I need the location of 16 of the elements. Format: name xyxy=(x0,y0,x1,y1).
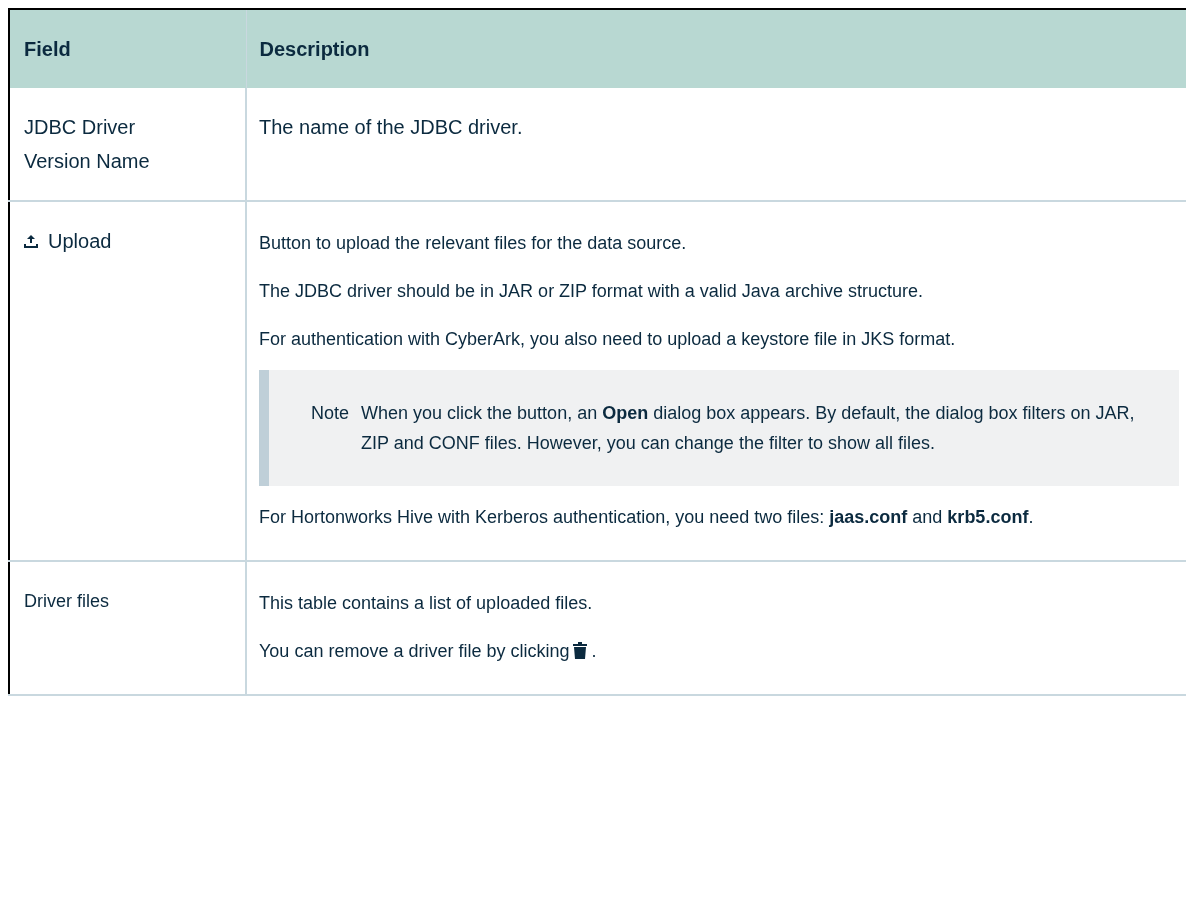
note-label: Note xyxy=(311,402,350,425)
paragraph: Button to upload the relevant files for the data source. xyxy=(259,232,688,255)
field-name: JDBC Driver Version Name xyxy=(24,115,151,174)
paragraph: The name of the JDBC driver. xyxy=(259,115,524,140)
period: . xyxy=(591,640,597,663)
column-header: Field xyxy=(9,9,246,88)
note-text: When you click the button, an Open dialog box appears. By default, the dialog box filters on JAR, ZIP and CONF files. However, you can change the filter to show all files. xyxy=(361,402,1136,455)
paragraph: This table contains a list of uploaded files. xyxy=(259,592,594,615)
field-name: Upload xyxy=(48,229,112,254)
upload-icon xyxy=(24,234,38,248)
paragraph: You can remove a driver file by clicking xyxy=(259,640,570,663)
paragraph: The JDBC driver should be in JAR or ZIP format with a valid Java archive structure. xyxy=(259,280,924,303)
paragraph: For Hortonworks Hive with Kerberos authentication, you need two files: jaas.conf and krb5.conf. xyxy=(259,506,1035,529)
field-name: Driver files xyxy=(24,590,110,613)
paragraph: For authentication with CyberArk, you also need to upload a keystore file in JKS format. xyxy=(259,328,957,351)
trash-icon xyxy=(573,642,588,660)
